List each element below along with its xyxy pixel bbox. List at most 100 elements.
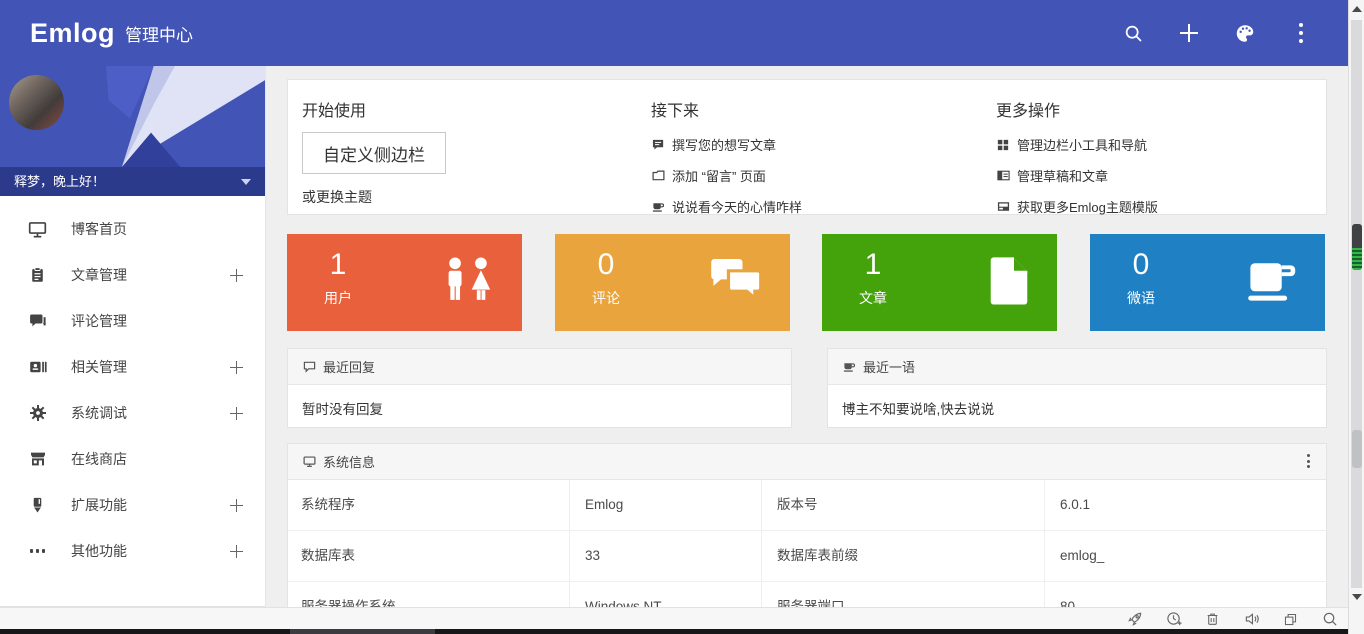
stat-value: 1 (844, 249, 902, 281)
store-icon (28, 450, 47, 469)
stat-label: 用户 (309, 288, 367, 308)
user-greeting-bar[interactable]: 释梦，晚上好！ (0, 167, 265, 196)
expand-plus-icon[interactable] (230, 407, 243, 420)
scroll-down-icon[interactable] (1352, 594, 1362, 600)
sidebar-item-label: 系统调试 (71, 403, 127, 423)
expand-plus-icon[interactable] (230, 499, 243, 512)
add-page-link[interactable]: 添加 “留言” 页面 (651, 160, 802, 191)
volume-icon[interactable] (1243, 611, 1260, 628)
gear-icon (28, 404, 47, 423)
sidebar-item-label: 文章管理 (71, 265, 127, 285)
sidebar-item-comments[interactable]: 评论管理 (0, 298, 265, 344)
customize-sidebar-button[interactable]: 自定义侧边栏 (302, 132, 446, 174)
theme-template-icon (996, 200, 1010, 214)
sidebar-item-articles[interactable]: 文章管理 (0, 252, 265, 298)
get-themes-link[interactable]: 获取更多Emlog主题模版 (996, 191, 1158, 222)
stat-value: 0 (577, 249, 635, 281)
more-actions-column: 更多操作 管理边栏小工具和导航 管理草稿和文章 (996, 80, 1158, 222)
taskbar-item-highlight (290, 629, 435, 634)
link-label: 说说看今天的心情咋样 (672, 197, 802, 216)
brand-logo: Emlog (30, 18, 115, 49)
palette-icon[interactable] (1234, 22, 1256, 44)
coffee-icon (651, 200, 665, 214)
write-icon (651, 138, 665, 152)
avatar[interactable] (9, 75, 64, 130)
table-cell-value: 80 (1044, 582, 1326, 608)
scrollbar-track[interactable] (1351, 20, 1362, 588)
scrollbar-thumb[interactable] (1352, 224, 1362, 270)
coffee-icon (842, 360, 856, 374)
table-cell-label: 数据库表前缀 (761, 531, 1044, 581)
recent-note-panel: 最近一语 博主不知要说啥,快去说说 (827, 348, 1327, 428)
sidebar-item-related[interactable]: 相关管理 (0, 344, 265, 390)
rocket-icon[interactable] (1126, 611, 1143, 628)
taskbar-edge (0, 629, 1364, 634)
sidebar-item-label: 博客首页 (71, 219, 127, 239)
panel-title: 系统信息 (323, 452, 375, 471)
table-cell-value: 33 (569, 531, 761, 581)
sidebar-item-other[interactable]: 其他功能 (0, 528, 265, 574)
expand-plus-icon[interactable] (230, 269, 243, 282)
top-navbar: Emlog 管理中心 (0, 0, 1348, 66)
table-cell-label: 版本号 (761, 480, 1044, 530)
write-article-link[interactable]: 撰写您的想写文章 (651, 129, 802, 160)
users-icon (440, 256, 496, 309)
scroll-up-icon[interactable] (1352, 6, 1362, 12)
table-row: 系统程序 Emlog 版本号 6.0.1 (288, 480, 1326, 531)
panel-header: 最近一语 (828, 349, 1326, 385)
sidebar-item-extensions[interactable]: 扩展功能 (0, 482, 265, 528)
stat-card-articles[interactable]: 1 文章 (822, 234, 1057, 331)
post-note-link[interactable]: 说说看今天的心情咋样 (651, 191, 802, 222)
sidebar-header (0, 66, 265, 167)
scrollbar[interactable] (1348, 0, 1364, 634)
sidebar: 释梦，晚上好！ 博客首页 文章管理 评论管理 (0, 66, 266, 607)
window-restore-icon[interactable] (1282, 611, 1299, 628)
column-title: 更多操作 (996, 97, 1158, 121)
next-steps-column: 接下来 撰写您的想写文章 添加 “留言” 页面 (651, 80, 802, 222)
link-label: 管理边栏小工具和导航 (1017, 135, 1147, 154)
panel-header: 最近回复 (288, 349, 791, 385)
table-cell-label: 系统程序 (288, 480, 569, 530)
brand[interactable]: Emlog 管理中心 (30, 0, 193, 66)
document-icon (987, 255, 1031, 310)
history-icon[interactable] (1165, 611, 1182, 628)
panel-body: 博主不知要说啥,快去说说 (828, 385, 1326, 431)
stat-label: 评论 (577, 288, 635, 308)
search-icon[interactable] (1122, 22, 1144, 44)
sidebar-item-label: 在线商店 (71, 449, 127, 469)
panel-more-icon[interactable] (1307, 454, 1310, 468)
sidebar-item-system-debug[interactable]: 系统调试 (0, 390, 265, 436)
table-cell-label: 服务器端口 (761, 582, 1044, 608)
table-cell-label: 服务器操作系统 (288, 582, 569, 608)
welcome-panel: 开始使用 自定义侧边栏 或更换主题 接下来 撰写您的想写文章 添加 “留言” 页… (287, 79, 1327, 215)
link-label: 添加 “留言” 页面 (672, 166, 766, 185)
manage-drafts-link[interactable]: 管理草稿和文章 (996, 160, 1158, 191)
search-icon[interactable] (1321, 611, 1338, 628)
column-title: 接下来 (651, 97, 802, 121)
navbar-actions (1122, 0, 1312, 66)
expand-plus-icon[interactable] (230, 361, 243, 374)
manage-widgets-link[interactable]: 管理边栏小工具和导航 (996, 129, 1158, 160)
stat-card-notes[interactable]: 0 微语 (1090, 234, 1325, 331)
speech-bubble-icon (302, 360, 316, 374)
emlog-admin-screen: Emlog 管理中心 释梦，晚上好！ (0, 0, 1364, 634)
trash-icon[interactable] (1204, 611, 1221, 628)
stat-card-users[interactable]: 1 用户 (287, 234, 522, 331)
grid-icon (996, 138, 1010, 152)
panel-title: 最近回复 (323, 357, 375, 376)
table-cell-value: 6.0.1 (1044, 480, 1326, 530)
brand-suffix: 管理中心 (125, 21, 193, 46)
change-theme-link[interactable]: 或更换主题 (302, 187, 446, 207)
expand-plus-icon[interactable] (230, 545, 243, 558)
add-icon[interactable] (1178, 22, 1200, 44)
table-cell-value: Windows NT (569, 582, 761, 608)
more-icon[interactable] (1290, 22, 1312, 44)
comment-icon (28, 312, 47, 331)
table-cell-value: emlog_ (1044, 531, 1326, 581)
sidebar-item-blog-home[interactable]: 博客首页 (0, 206, 265, 252)
scrollbar-thumb-secondary[interactable] (1352, 430, 1362, 468)
sidebar-item-online-store[interactable]: 在线商店 (0, 436, 265, 482)
scroll-progress-stripes (1352, 248, 1362, 270)
stat-card-comments[interactable]: 0 评论 (555, 234, 790, 331)
ellipsis-icon (28, 542, 47, 561)
